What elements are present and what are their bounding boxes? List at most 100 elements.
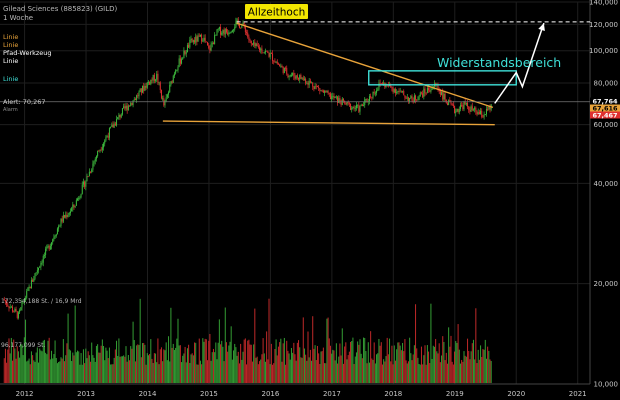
volume-bar: [478, 359, 480, 383]
candle-body: [379, 82, 381, 84]
candle-body: [319, 88, 321, 91]
trendline-lower[interactable]: [162, 120, 495, 126]
volume-bar: [335, 343, 337, 383]
candle-body: [333, 95, 335, 99]
candle-body: [56, 228, 58, 235]
volume-bar: [145, 364, 147, 383]
volume-bar: [65, 355, 67, 383]
volume-bar: [69, 350, 71, 383]
volume-bar: [251, 361, 253, 383]
volume-bar: [274, 348, 276, 383]
volume-bar: [429, 363, 431, 383]
volume-bar: [449, 346, 451, 383]
candle-body: [105, 137, 107, 141]
volume-bar: [150, 339, 152, 383]
candle-body: [234, 27, 236, 30]
volume-bar: [341, 328, 343, 383]
candle-body: [394, 89, 396, 93]
alert-label[interactable]: Alert: 70,267: [3, 98, 45, 106]
volume-bar: [462, 361, 464, 383]
candle-body: [81, 184, 83, 194]
x-axis: 2012 2013 2014 2015 2016 2017 2018 2019 2020 2021: [16, 390, 587, 398]
candle-body: [417, 99, 419, 101]
candle-body: [32, 280, 34, 282]
candle-body: [181, 59, 183, 64]
volume-bar: [75, 352, 77, 383]
candle-body: [17, 312, 19, 318]
candle-body: [288, 76, 290, 77]
candle-body: [86, 176, 88, 182]
candle-body: [198, 35, 200, 37]
volume-bar: [183, 353, 185, 383]
volume-bar: [90, 361, 92, 383]
volume-bar: [165, 342, 167, 383]
legend-line-3[interactable]: Linie: [3, 57, 18, 65]
volume-bar: [481, 356, 483, 383]
candle-body: [229, 32, 231, 34]
candle-body: [407, 97, 409, 102]
candle-body: [170, 81, 172, 85]
volume-bar: [458, 349, 460, 383]
candle-body: [456, 108, 458, 112]
volume-bar: [49, 359, 51, 383]
volume-bar: [84, 363, 86, 383]
candle-body: [136, 95, 138, 100]
volume-bar: [192, 355, 194, 383]
candle-body: [318, 86, 320, 89]
candle-body: [9, 307, 11, 309]
candle-body: [430, 89, 432, 92]
volume-bar: [214, 352, 216, 383]
volume-bar: [29, 364, 31, 383]
volume-bar: [25, 319, 27, 383]
volume-bar: [309, 349, 311, 383]
y-tick-label: 10,000: [594, 381, 619, 389]
volume-bar: [277, 346, 279, 383]
candle-body: [178, 58, 180, 67]
volume-bar: [308, 357, 310, 383]
volume-bar: [215, 342, 217, 383]
volume-bar: [298, 340, 300, 383]
candle-body: [78, 198, 80, 200]
candle-body: [123, 106, 125, 109]
volume-bar: [106, 350, 108, 383]
candle-body: [68, 213, 70, 215]
legend-line-1[interactable]: Linie: [3, 33, 18, 41]
volume-bar: [22, 355, 24, 383]
candle-body: [472, 109, 474, 111]
candle-body: [406, 97, 408, 99]
volume-bar: [191, 353, 193, 383]
volume-bar: [480, 345, 482, 383]
volume-bar: [448, 327, 450, 383]
legend-path-tool[interactable]: Pfad-Werkzeug: [3, 49, 52, 57]
candle-body: [172, 75, 174, 83]
candle-body: [67, 214, 69, 218]
volume-bar: [359, 339, 361, 383]
volume-bar: [101, 339, 103, 383]
candle-body: [107, 136, 109, 138]
volume-bar: [185, 362, 187, 383]
candle-body: [287, 73, 289, 77]
volume-bar: [78, 351, 80, 383]
candle-body: [422, 93, 424, 97]
volume-bar: [470, 351, 472, 383]
candle-body: [20, 307, 22, 311]
volume-bar: [131, 348, 133, 383]
volume-bar: [379, 345, 381, 383]
volume-bar: [257, 364, 259, 383]
candle-body: [424, 88, 426, 93]
volume-bar: [384, 361, 386, 383]
legend-line-2[interactable]: Linie: [3, 41, 18, 49]
volume-bar: [482, 349, 484, 383]
volume-bar: [247, 340, 249, 383]
candle-body: [73, 204, 75, 207]
candle-body: [224, 29, 226, 35]
candle-body: [299, 75, 301, 80]
volume-bar: [293, 342, 295, 383]
candle-body: [327, 91, 329, 94]
volume-bar: [242, 351, 244, 383]
legend-line-4[interactable]: Linie: [3, 75, 18, 83]
volume-bar: [133, 340, 135, 383]
volume-bar: [418, 363, 420, 383]
volume-bar: [397, 342, 399, 383]
volume-bar: [354, 356, 356, 383]
